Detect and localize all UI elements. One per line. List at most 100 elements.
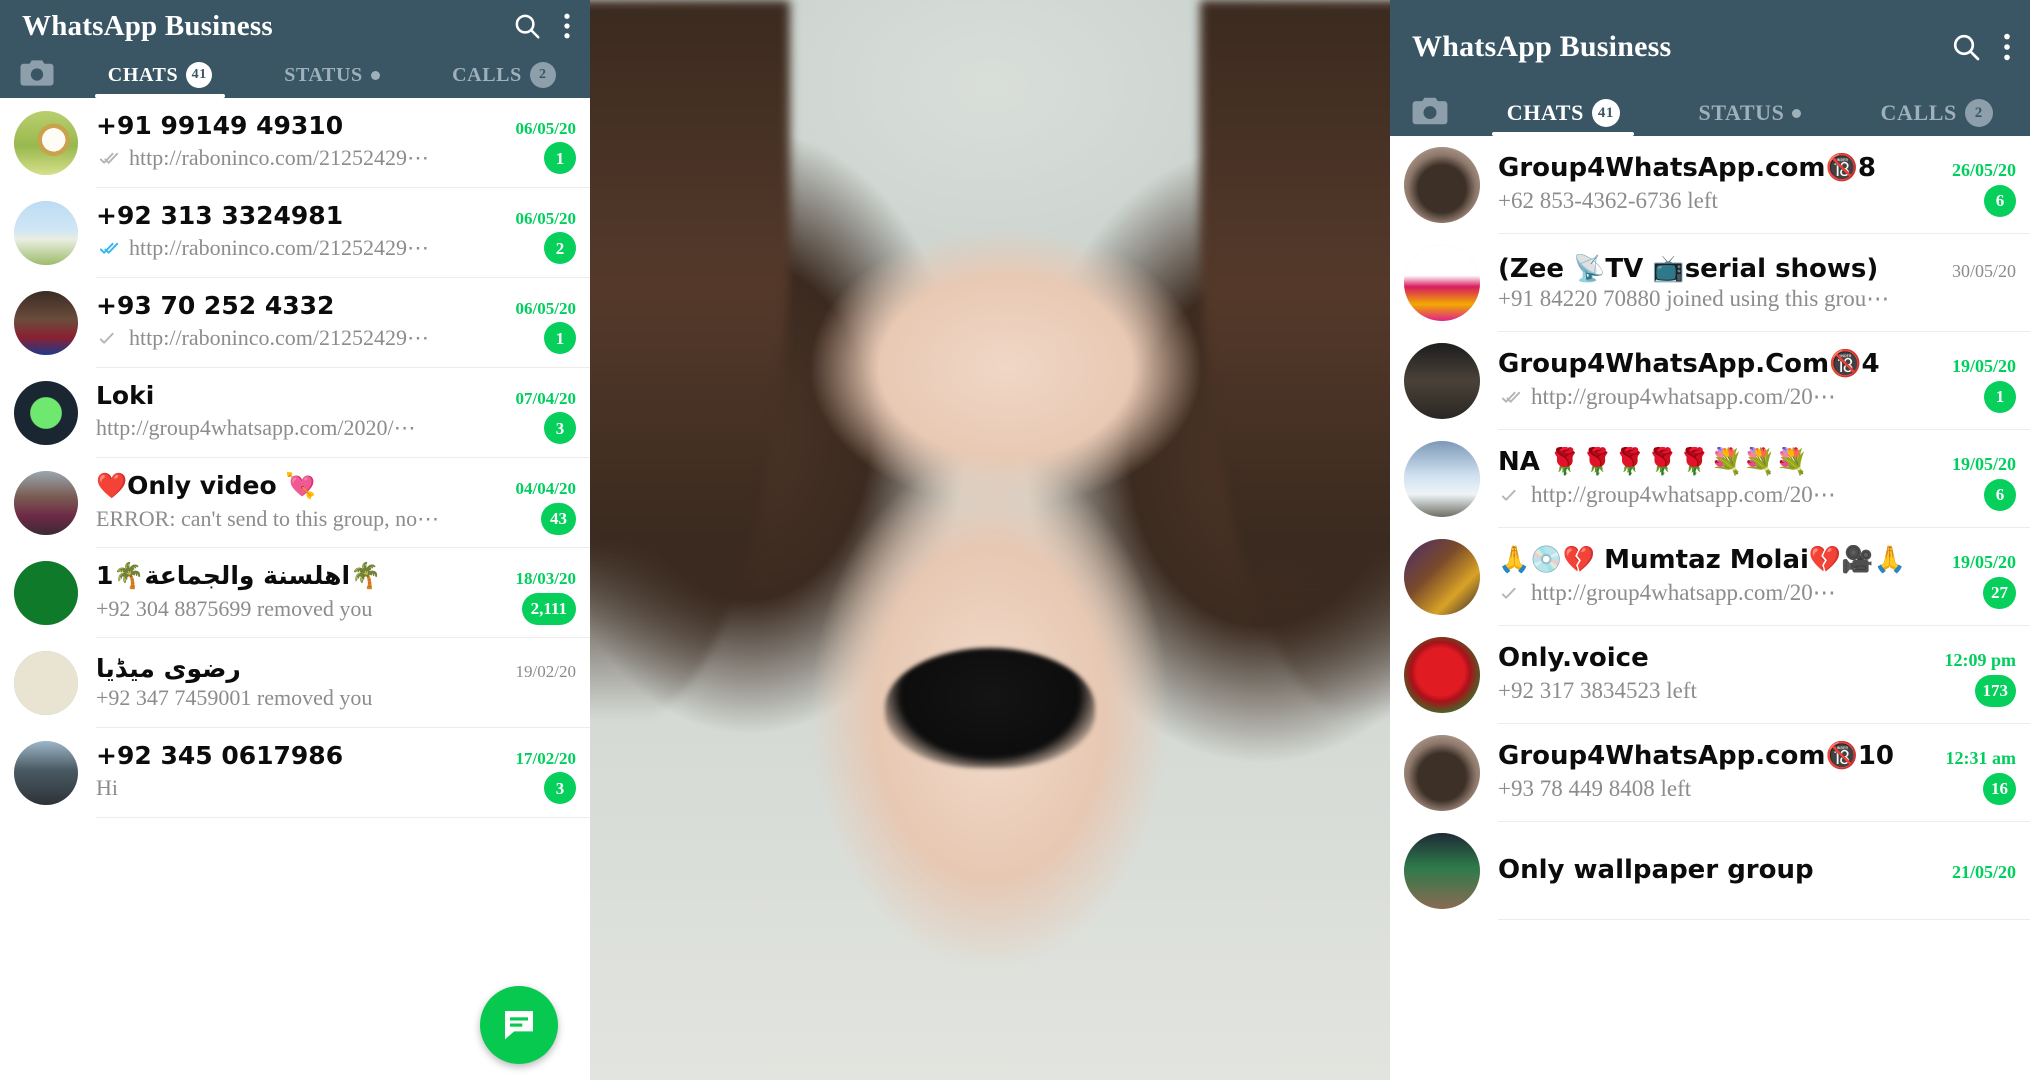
unread-badge: 27 [1983, 576, 2016, 609]
unread-badge: 3 [544, 772, 576, 804]
chat-item-body: 🙏💿💔 Mumtaz Molai💔🎥🙏 19/05/20 http://group4… [1498, 528, 2030, 626]
chat-item-bottom-line: http://raboninco.com/21252429⋯ 2 [96, 232, 576, 264]
chat-list-item[interactable]: +92 345 0617986 17/02/20 Hi 3 [0, 728, 590, 818]
message-status-ticks-icon [96, 148, 122, 168]
more-vertical-icon[interactable] [562, 11, 572, 41]
chat-list-item[interactable]: ❤️Only video 💘 04/04/20 ERROR: can't send … [0, 458, 590, 548]
chat-item-name: Group4WhatsApp.Com🔞4 [1498, 348, 1880, 379]
app-bar-left: WhatsApp Business CHATS 41 STATUS CALLS … [0, 0, 590, 162]
chat-item-time: 04/04/20 [515, 478, 576, 498]
child-jersey-photo [14, 291, 78, 355]
avatar[interactable] [14, 741, 78, 805]
unread-badge: 1 [1984, 380, 2016, 413]
avatar[interactable] [14, 471, 78, 535]
avatar[interactable] [1404, 539, 1480, 615]
tab-chats[interactable]: CHATS 41 [74, 52, 246, 98]
chat-item-body: NA 🌹🌹🌹🌹🌹💐💐💐 19/05/20 http://group4whatsapp… [1498, 430, 2030, 528]
avatar[interactable] [1404, 441, 1480, 517]
chat-list-item[interactable]: +91 99149 49310 06/05/20 http://raboninco.… [0, 98, 590, 188]
whatsapp-panel-right: WhatsApp Business CHATS 41 STATUS CALLS … [1390, 0, 2030, 1080]
tattoo-back-photo [1404, 147, 1480, 223]
chat-list-item[interactable]: Only wallpaper group 21/05/20 [1390, 822, 2030, 920]
singer-album-photo [1404, 539, 1480, 615]
tab-camera[interactable] [0, 52, 74, 98]
chat-item-top-line: Group4WhatsApp.Com🔞4 19/05/20 [1498, 349, 2016, 379]
avatar[interactable] [14, 201, 78, 265]
search-icon[interactable] [512, 11, 542, 41]
whatsapp-panel-left: WhatsApp Business CHATS 41 STATUS CALLS … [0, 0, 590, 1080]
app-bar-top-right: WhatsApp Business [1390, 0, 2030, 78]
chat-list-item[interactable]: +92 313 3324981 06/05/20 http://raboninco.… [0, 188, 590, 278]
chat-list-item[interactable]: +93 70 252 4332 06/05/20 http://raboninco.… [0, 278, 590, 368]
app-bar-top-left: WhatsApp Business [0, 0, 590, 52]
chat-item-top-line: (Zee 📡TV 📺serial shows) 30/05/20 [1498, 254, 2016, 284]
chat-list-item[interactable]: Group4WhatsApp.Com🔞4 19/05/20 http://group… [1390, 332, 2030, 430]
avatar[interactable] [14, 561, 78, 625]
green-silhouette-logo [14, 381, 78, 445]
chat-list-item[interactable]: Only.voice 12:09 pm +92 317 3834523 left 17… [1390, 626, 2030, 724]
chat-list-item[interactable]: NA 🌹🌹🌹🌹🌹💐💐💐 19/05/20 http://group4whatsapp… [1390, 430, 2030, 528]
chat-list-right[interactable]: Group4WhatsApp.com🔞8 26/05/20 +62 853-4362… [1390, 136, 2030, 920]
avatar[interactable] [1404, 833, 1480, 909]
chat-item-top-line: 1🌴اهلسنة والجماعة🌴 18/03/20 [96, 561, 576, 591]
tab-calls[interactable]: CALLS 2 [1843, 90, 2030, 136]
chat-item-body: رضوی میڈیا 19/02/20 +92 347 7459001 remove… [96, 638, 590, 728]
unread-badge: 173 [1974, 674, 2016, 707]
avatar[interactable] [1404, 147, 1480, 223]
tab-status[interactable]: STATUS [246, 52, 418, 98]
chat-item-time: 30/05/20 [1951, 260, 2016, 281]
avatar[interactable] [14, 111, 78, 175]
chat-list-item[interactable]: 1🌴اهلسنة والجماعة🌴 18/03/20 +92 304 887569… [0, 548, 590, 638]
chat-item-message: Hi [96, 775, 118, 800]
camera-icon [1411, 95, 1449, 132]
chat-list-item[interactable]: (Zee 📡TV 📺serial shows) 30/05/20 +91 84220… [1390, 234, 2030, 332]
chat-item-time: 06/05/20 [515, 299, 576, 318]
chat-list-item[interactable]: Loki 07/04/20 http://group4whatsapp.com/20… [0, 368, 590, 458]
avatar[interactable] [14, 651, 78, 715]
tv-channels-logo [1404, 245, 1480, 321]
page-title: WhatsApp Business [22, 9, 273, 42]
avatar[interactable] [1404, 245, 1480, 321]
chat-list-item[interactable]: Group4WhatsApp.com🔞10 12:31 am +93 78 449 … [1390, 724, 2030, 822]
tab-chats-label: CHATS [107, 63, 179, 86]
unread-badge: 6 [1984, 184, 2016, 217]
app-bar-right: WhatsApp Business CHATS 41 STATUS CALLS … [1390, 0, 2030, 208]
avatar[interactable] [1404, 343, 1480, 419]
chat-item-message: +92 304 8875699 removed you [96, 595, 373, 621]
tab-chats[interactable]: CHATS 41 [1470, 90, 1657, 136]
unread-badge: 3 [544, 412, 576, 444]
chat-item-message: http://group4whatsapp.com/20⋯ [1531, 579, 1836, 605]
more-vertical-icon[interactable] [2002, 31, 2012, 63]
avatar[interactable] [14, 381, 78, 445]
unread-badge: 16 [1983, 772, 2016, 805]
message-status-ticks-icon [96, 238, 122, 258]
chat-item-name: +91 99149 49310 [96, 111, 344, 140]
avatar[interactable] [14, 291, 78, 355]
camera-icon [19, 58, 55, 93]
chat-item-body: (Zee 📡TV 📺serial shows) 30/05/20 +91 84220… [1498, 234, 2030, 332]
tab-status-label: STATUS [284, 63, 363, 86]
chat-item-name: Group4WhatsApp.com🔞8 [1498, 152, 1876, 183]
chat-item-name: 🙏💿💔 Mumtaz Molai💔🎥🙏 [1498, 544, 1907, 575]
chat-item-time: 07/04/20 [515, 389, 576, 408]
chat-item-message: +91 84220 70880 joined using this grou⋯ [1498, 285, 1890, 311]
chat-list-item[interactable]: 🙏💿💔 Mumtaz Molai💔🎥🙏 19/05/20 http://group4… [1390, 528, 2030, 626]
chat-item-name: 1🌴اهلسنة والجماعة🌴 [96, 560, 382, 590]
message-status-ticks-icon [1498, 583, 1524, 603]
chat-list-item[interactable]: Group4WhatsApp.com🔞8 26/05/20 +62 853-4362… [1390, 136, 2030, 234]
avatar[interactable] [1404, 735, 1480, 811]
chat-item-body: +92 345 0617986 17/02/20 Hi 3 [96, 728, 590, 818]
tab-calls[interactable]: CALLS 2 [418, 52, 590, 98]
new-chat-fab[interactable] [480, 986, 558, 1064]
chat-item-time: 18/03/20 [515, 568, 576, 588]
woman-maroon-photo [14, 471, 78, 535]
chat-list-left[interactable]: +91 99149 49310 06/05/20 http://raboninco.… [0, 98, 590, 818]
search-icon[interactable] [1950, 31, 1982, 63]
chat-list-item[interactable]: رضوی میڈیا 19/02/20 +92 347 7459001 remove… [0, 638, 590, 728]
tab-calls-count: 2 [1964, 99, 1993, 127]
avatar[interactable] [1404, 637, 1480, 713]
tab-status[interactable]: STATUS [1657, 90, 1844, 136]
chat-item-bottom-line: +91 84220 70880 joined using this grou⋯ [1498, 286, 2016, 312]
tab-camera[interactable] [1390, 90, 1470, 136]
chat-item-top-line: Loki 07/04/20 [96, 381, 576, 410]
